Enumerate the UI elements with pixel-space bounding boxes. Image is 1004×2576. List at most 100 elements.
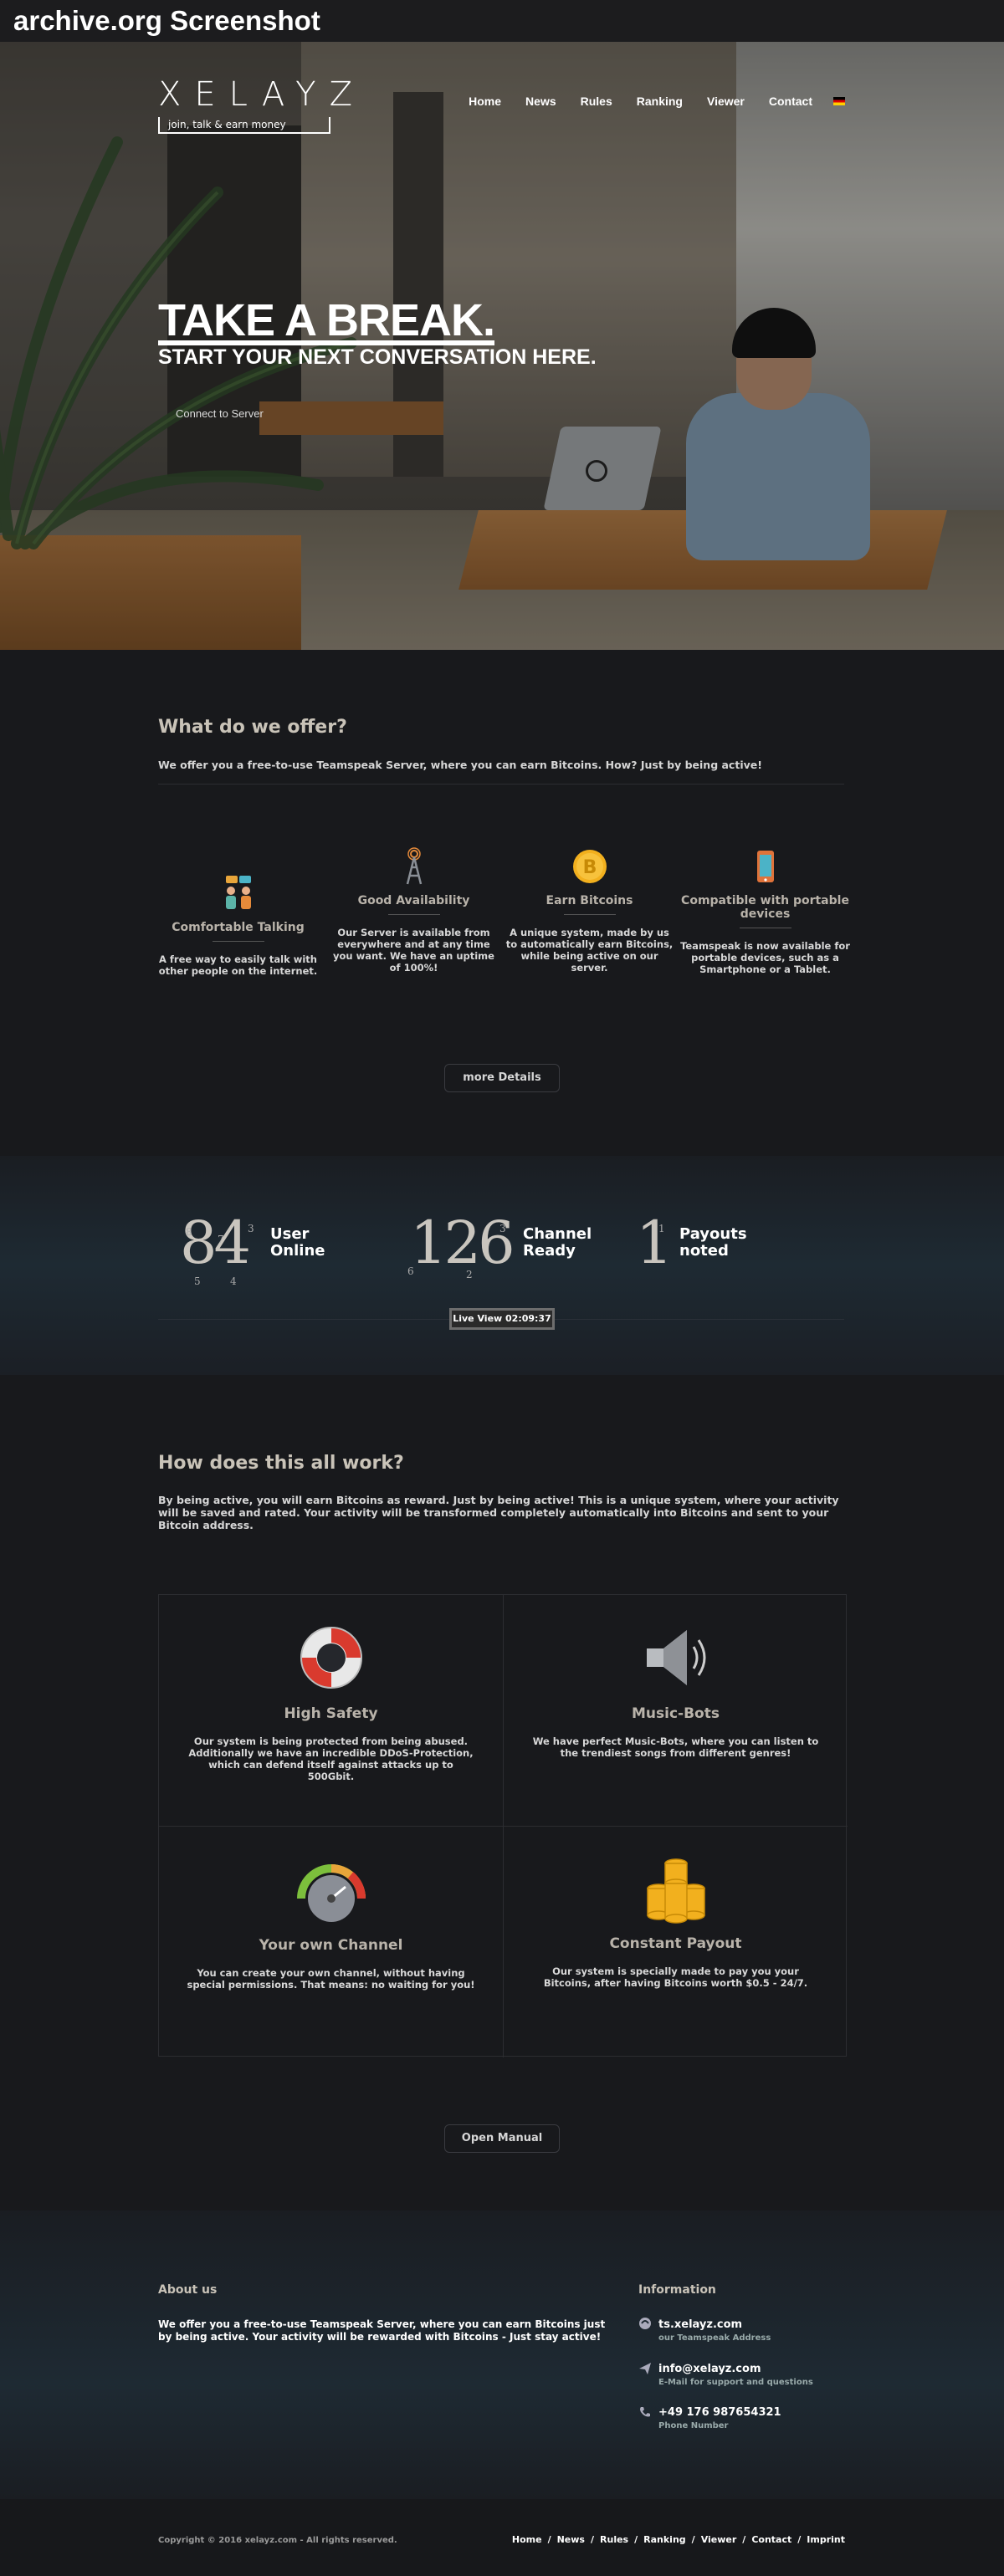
info-sub: our Teamspeak Address xyxy=(658,2333,771,2343)
users-online-count: 84 xyxy=(180,1209,251,1277)
stat-ornament: 7 xyxy=(218,1234,224,1245)
cell-high-safety: High Safety Our system is being protecte… xyxy=(159,1595,503,1826)
speaker-icon xyxy=(646,1630,705,1685)
nav-contact[interactable]: Contact xyxy=(769,95,812,108)
logo-word: XELAYZ xyxy=(158,75,366,114)
channels-count: 126 xyxy=(410,1209,515,1277)
nav-viewer[interactable]: Viewer xyxy=(707,95,745,108)
info-sub: E-Mail for support and questions xyxy=(658,2378,813,2387)
about-title: About us xyxy=(158,2283,218,2297)
about-text: We offer you a free-to-use Teamspeak Ser… xyxy=(158,2318,606,2343)
lifebuoy-icon xyxy=(300,1627,362,1689)
separator: / xyxy=(590,2534,595,2545)
feature-bar xyxy=(212,941,264,942)
feature-desc: Our Server is available from everywhere … xyxy=(333,927,494,974)
nav-home[interactable]: Home xyxy=(469,95,501,108)
cell-title: Constant Payout xyxy=(609,1935,742,1952)
footer-nav-viewer[interactable]: Viewer xyxy=(701,2534,737,2545)
offer-divider xyxy=(158,784,844,785)
feature-earn-bitcoins: B Earn Bitcoins A unique system, made by… xyxy=(504,847,675,974)
footer-nav: Home / News / Rules / Ranking / Viewer / Cont… xyxy=(512,2534,845,2545)
footer-nav-imprint[interactable]: Imprint xyxy=(807,2534,845,2545)
stat-ornament: 8 xyxy=(186,1226,192,1238)
separator: / xyxy=(691,2534,695,2545)
more-details-button[interactable]: more Details xyxy=(444,1064,560,1092)
german-flag-icon[interactable] xyxy=(833,97,845,105)
archive-title: archive.org Screenshot xyxy=(13,5,320,36)
cell-title: High Safety xyxy=(284,1705,378,1722)
users-online-label: User Online xyxy=(270,1225,325,1260)
nav-rules[interactable]: Rules xyxy=(581,95,612,108)
feature-portable-devices: Compatible with portable devices Teamspe… xyxy=(679,847,851,975)
separator: / xyxy=(634,2534,638,2545)
nav-news[interactable]: News xyxy=(525,95,556,108)
payouts-label: Payouts noted xyxy=(679,1225,747,1260)
feature-bar xyxy=(563,914,616,915)
chat-people-icon xyxy=(225,876,251,909)
connect-server-button[interactable]: Connect to Server xyxy=(176,407,264,420)
cell-title: Your own Channel xyxy=(259,1937,403,1954)
offer-title: What do we offer? xyxy=(158,717,347,738)
smartphone-icon xyxy=(756,851,774,882)
stat-ornament: 1 xyxy=(658,1223,665,1234)
feature-desc: A free way to easily talk with other peo… xyxy=(158,953,318,977)
cell-desc: You can create your own channel, without… xyxy=(187,1967,475,1991)
feature-title: Compatible with portable devices xyxy=(681,894,849,921)
feature-desc: A unique system, made by us to automatic… xyxy=(505,927,674,974)
site-logo[interactable]: XELAYZ join, talk & earn money xyxy=(158,75,366,134)
cell-desc: Our system is specially made to pay you … xyxy=(543,1965,808,1989)
info-email[interactable]: info@xelayz.com xyxy=(658,2363,761,2375)
main-nav: Home News Rules Ranking Viewer Contact xyxy=(444,95,845,108)
info-teamspeak-address[interactable]: ts.xelayz.com xyxy=(658,2318,742,2331)
channels-label: Channel Ready xyxy=(523,1225,592,1260)
coins-icon xyxy=(646,1858,705,1924)
footer-nav-ranking[interactable]: Ranking xyxy=(643,2534,686,2545)
hero-subtitle: START YOUR NEXT CONVERSATION HERE. xyxy=(158,345,597,369)
footer-nav-news[interactable]: News xyxy=(557,2534,585,2545)
bitcoin-icon: B xyxy=(572,850,607,883)
info-phone[interactable]: +49 176 987654321 xyxy=(658,2406,781,2419)
copyright: Copyright © 2016 xelayz.com - All rights… xyxy=(158,2536,397,2545)
cell-constant-payout: Constant Payout Our system is specially … xyxy=(504,1827,848,2057)
feature-bar xyxy=(387,914,440,915)
gauge-icon xyxy=(296,1864,366,1922)
teamspeak-icon xyxy=(639,2318,651,2329)
offer-text: We offer you a free-to-use Teamspeak Ser… xyxy=(158,759,762,771)
feature-availability: Good Availability Our Server is availabl… xyxy=(328,847,499,974)
live-view-button[interactable]: Live View 02:09:37 xyxy=(449,1308,555,1330)
stat-ornament: 2 xyxy=(466,1269,473,1280)
archive-bar: archive.org Screenshot xyxy=(0,0,1004,42)
antenna-icon xyxy=(406,847,422,885)
separator: / xyxy=(547,2534,551,2545)
info-title: Information xyxy=(638,2283,716,2297)
stat-ornament: 6 xyxy=(407,1265,414,1277)
how-text: By being active, you will earn Bitcoins … xyxy=(158,1494,839,1531)
stat-ornament: 3 xyxy=(248,1223,254,1234)
hero-title: TAKE A BREAK. xyxy=(158,295,495,345)
nav-ranking[interactable]: Ranking xyxy=(637,95,683,108)
cell-music-bots: Music-Bots We have perfect Music-Bots, w… xyxy=(504,1595,848,1826)
footer xyxy=(0,2211,1004,2499)
open-manual-button[interactable]: Open Manual xyxy=(444,2124,560,2153)
feature-comfortable-talking: Comfortable Talking A free way to easily… xyxy=(152,874,324,977)
payouts-count: 1 xyxy=(636,1209,674,1277)
separator: / xyxy=(742,2534,746,2545)
stat-ornament: 3 xyxy=(499,1223,506,1234)
cell-own-channel: Your own Channel You can create your own… xyxy=(159,1827,503,2057)
svg-text:B: B xyxy=(582,857,597,878)
feature-title: Good Availability xyxy=(357,894,470,907)
separator: / xyxy=(797,2534,802,2545)
how-title: How does this all work? xyxy=(158,1453,404,1474)
footer-nav-contact[interactable]: Contact xyxy=(751,2534,791,2545)
phone-icon xyxy=(640,2407,650,2417)
feature-desc: Teamspeak is now available for portable … xyxy=(680,940,850,975)
footer-nav-home[interactable]: Home xyxy=(512,2534,542,2545)
how-grid: High Safety Our system is being protecte… xyxy=(158,1594,848,2057)
footer-nav-rules[interactable]: Rules xyxy=(600,2534,628,2545)
feature-title: Comfortable Talking xyxy=(172,921,305,934)
cell-desc: We have perfect Music-Bots, where you ca… xyxy=(532,1735,819,1759)
cell-title: Music-Bots xyxy=(632,1705,720,1722)
cell-desc: Our system is being protected from being… xyxy=(188,1735,474,1782)
info-sub: Phone Number xyxy=(658,2421,729,2430)
logo-subtitle: join, talk & earn money xyxy=(158,117,330,134)
